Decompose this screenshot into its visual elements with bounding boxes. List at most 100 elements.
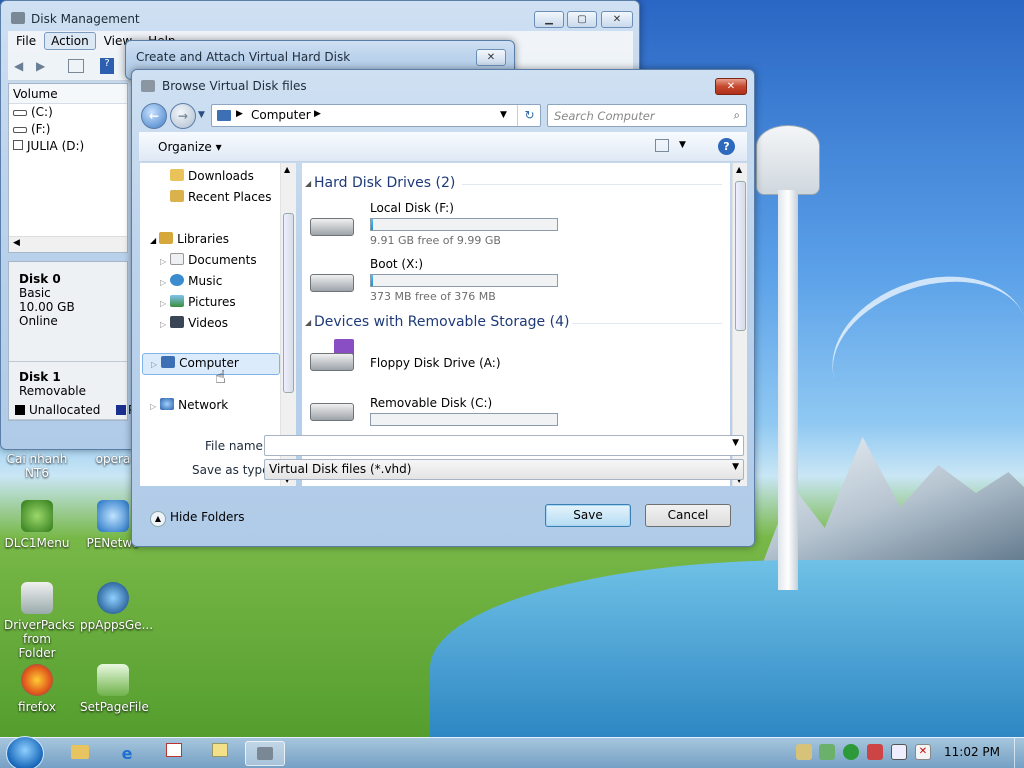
app-icon [166, 743, 182, 757]
views-icon[interactable] [655, 139, 669, 152]
group-hard-disk-drives[interactable]: Hard Disk Drives (2) [314, 175, 455, 191]
taskbar-ie[interactable]: e [107, 741, 147, 766]
minimize-button[interactable]: ▁ [534, 11, 564, 28]
expand-arrow-icon[interactable]: ▷ [160, 320, 166, 329]
scroll-up-icon[interactable]: ▲ [284, 165, 290, 174]
group-collapse-icon[interactable]: ◢ [305, 179, 311, 188]
help-icon[interactable]: ? [718, 138, 735, 155]
tray-network-icon[interactable] [891, 744, 907, 760]
floppy-drive-name[interactable]: Floppy Disk Drive (A:) [370, 356, 501, 370]
nav-music[interactable]: ▷ Music [160, 272, 288, 292]
dialog-icon [141, 80, 155, 92]
close-button[interactable]: ✕ [715, 78, 747, 95]
help-icon[interactable]: ? [100, 58, 114, 74]
volume-row[interactable]: JULIA (D:) [9, 138, 127, 155]
drive-f-free-space: 9.91 GB free of 9.99 GB [370, 234, 501, 247]
expand-arrow-icon[interactable]: ▷ [160, 257, 166, 266]
taskbar-disk-management[interactable] [245, 741, 285, 766]
maximize-button[interactable]: ▢ [567, 11, 597, 28]
refresh-icon[interactable]: ↻ [517, 105, 541, 126]
tray-play-icon[interactable] [843, 744, 859, 760]
search-icon[interactable]: ⌕ [734, 108, 740, 123]
desktop-icon-driverpacks[interactable]: DriverPacks from Folder [4, 582, 75, 660]
taskbar-app[interactable] [154, 741, 194, 766]
breadcrumb-arrow-icon[interactable]: ▶ [314, 109, 321, 119]
nav-documents[interactable]: ▷ Documents [160, 251, 288, 271]
floppy-drive-icon [310, 339, 354, 373]
tray-security-icon[interactable] [819, 744, 835, 760]
tray-volume-muted-icon[interactable]: ✕ [915, 744, 931, 760]
breadcrumb-arrow-icon[interactable]: ▶ [236, 109, 243, 119]
address-bar[interactable]: ▶ Computer ▶ ▼ ↻ [211, 104, 541, 127]
menu-file[interactable]: File [8, 32, 44, 50]
file-name-input[interactable]: ▼ [264, 435, 744, 456]
dropdown-arrow-icon[interactable]: ▼ [732, 462, 739, 472]
address-dropdown[interactable]: ▼ [500, 110, 507, 120]
expand-arrow-icon[interactable]: ▷ [160, 299, 166, 308]
volume-column-header[interactable]: Volume [9, 84, 127, 104]
nav-libraries[interactable]: ◢ Libraries [150, 230, 288, 250]
save-as-type-select[interactable]: Virtual Disk files (*.vhd) ▼ [264, 459, 744, 480]
desktop-icon-setpagefile[interactable]: SetPageFile [80, 664, 149, 714]
nav-pictures[interactable]: ▷ Pictures [160, 293, 288, 313]
recent-pages-dropdown[interactable]: ▼ [198, 110, 205, 120]
taskbar-app2[interactable] [200, 741, 240, 766]
forward-button[interactable]: → [170, 103, 196, 129]
taskbar-explorer[interactable] [60, 741, 100, 766]
tray-icon[interactable] [796, 744, 812, 760]
volume-row[interactable]: (C:) [9, 104, 127, 121]
desktop-icon-ppappsge[interactable]: ppAppsGe... [80, 582, 153, 632]
scroll-thumb[interactable] [283, 213, 294, 393]
console-icon[interactable] [68, 59, 84, 73]
volume-row[interactable]: (F:) [9, 121, 127, 138]
organize-button[interactable]: Organize ▾ [158, 140, 222, 154]
save-button[interactable]: Save [545, 504, 631, 527]
library-icon [159, 232, 174, 244]
tray-app-icon[interactable] [867, 744, 883, 760]
close-button[interactable]: ✕ [476, 49, 506, 66]
back-arrow-icon[interactable]: ◀ [14, 59, 23, 73]
disk-0-type: Basic [19, 286, 51, 300]
nav-downloads[interactable]: Downloads [170, 167, 288, 187]
group-removable-storage[interactable]: Devices with Removable Storage (4) [314, 314, 569, 330]
drive-f-name[interactable]: Local Disk (F:) [370, 201, 454, 215]
back-button[interactable]: ← [141, 103, 167, 129]
menu-action[interactable]: Action [44, 32, 96, 50]
horizontal-scrollbar[interactable]: ◀ [9, 236, 127, 252]
disk-1-type: Removable [19, 384, 87, 398]
window-title: Disk Management [31, 12, 140, 26]
start-button[interactable] [6, 736, 44, 768]
scroll-up-icon[interactable]: ▲ [736, 165, 742, 174]
disk-0-block[interactable]: Disk 0 Basic 10.00 GB Online [9, 262, 127, 362]
expand-arrow-icon[interactable]: ▷ [150, 402, 156, 411]
views-dropdown[interactable]: ▼ [679, 140, 686, 150]
scroll-thumb[interactable] [735, 181, 746, 331]
drive-x-name[interactable]: Boot (X:) [370, 257, 423, 271]
save-as-type-label: Save as type: [192, 463, 274, 477]
cancel-button[interactable]: Cancel [645, 504, 731, 527]
music-icon [170, 274, 185, 286]
taskbar-clock[interactable]: 11:02 PM [944, 745, 1000, 759]
hide-folders-button[interactable]: ▲ Hide Folders [150, 510, 245, 527]
disk-1-name: Disk 1 [19, 370, 61, 384]
group-collapse-icon[interactable]: ◢ [305, 318, 311, 327]
expand-arrow-icon[interactable]: ▷ [151, 360, 157, 369]
expand-arrow-icon[interactable]: ▷ [160, 278, 166, 287]
nav-videos[interactable]: ▷ Videos [160, 314, 288, 334]
nav-network[interactable]: ▷ Network [150, 396, 288, 416]
dropdown-arrow-icon[interactable]: ▼ [732, 438, 739, 448]
desktop-icon-cai-nhanh[interactable]: Cai nhanh NT6 [4, 452, 70, 480]
search-input[interactable]: Search Computer ⌕ [547, 104, 747, 127]
nav-computer[interactable]: ▷ Computer [142, 353, 280, 375]
show-desktop-button[interactable] [1014, 738, 1024, 768]
nav-recent-places[interactable]: Recent Places [170, 188, 288, 208]
collapse-arrow-icon[interactable]: ◢ [150, 236, 156, 245]
desktop-icon-dlc1menu[interactable]: DLC1Menu [4, 500, 70, 550]
close-button[interactable]: ✕ [601, 11, 633, 28]
breadcrumb-computer[interactable]: Computer [251, 108, 311, 122]
legend: Unallocated [15, 403, 125, 417]
desktop-icon-firefox[interactable]: firefox [4, 664, 70, 714]
app2-icon [212, 743, 228, 757]
removable-drive-name[interactable]: Removable Disk (C:) [370, 396, 492, 410]
forward-arrow-icon[interactable]: ▶ [36, 59, 45, 73]
